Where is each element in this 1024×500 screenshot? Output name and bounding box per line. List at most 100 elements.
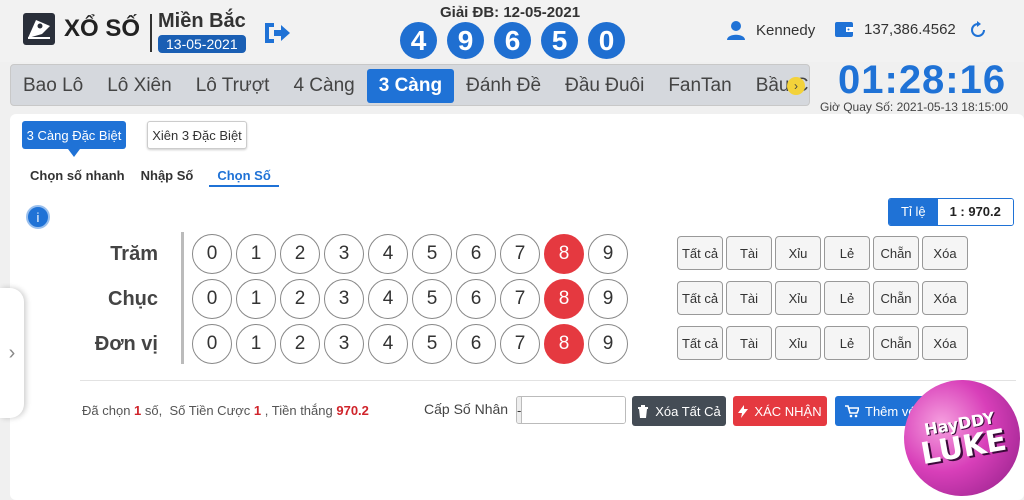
digit-ball[interactable]: 7	[500, 234, 540, 274]
quick-select-button[interactable]: Tất cả	[677, 281, 723, 315]
quick-select-button[interactable]: Tất cả	[677, 236, 723, 270]
tab-fantan[interactable]: FanTan	[656, 65, 743, 105]
digit-ball[interactable]: 8	[544, 279, 584, 319]
digit-ball[interactable]: 6	[456, 324, 496, 364]
mode-quick-pick[interactable]: Chọn số nhanh	[30, 168, 125, 187]
digit-ball[interactable]: 6	[456, 279, 496, 319]
digit-ball[interactable]: 8	[544, 324, 584, 364]
digit-ball[interactable]: 8	[544, 234, 584, 274]
digit-ball[interactable]: 9	[588, 234, 628, 274]
wallet-icon	[835, 22, 853, 37]
refresh-icon[interactable]	[968, 20, 988, 40]
quick-select-button[interactable]: Tài	[726, 281, 772, 315]
chevron-right-icon: ›	[8, 341, 16, 364]
side-drawer-toggle[interactable]: ›	[0, 288, 24, 418]
digit-ball[interactable]: 1	[236, 234, 276, 274]
winnings-label: , Tiền thắng	[264, 403, 333, 418]
multiplier-stepper: - +	[516, 396, 626, 424]
user-icon	[727, 21, 745, 40]
multiplier-input[interactable]	[522, 397, 625, 423]
digit-ball[interactable]: 4	[368, 324, 408, 364]
selected-count: 1	[134, 403, 142, 418]
region-info: Miền Bắc 13-05-2021	[158, 10, 246, 53]
bet-type-3-cang-dac-biet[interactable]: 3 Càng Đặc Biệt	[22, 121, 126, 157]
special-prize-ball: 9	[447, 22, 484, 59]
countdown-timer: 01:28:16	[838, 58, 1007, 102]
confirm-button[interactable]: XÁC NHẬN	[733, 396, 827, 426]
quick-select-button[interactable]: Xỉu	[775, 236, 821, 270]
game-tabs: Bao Lô Lô Xiên Lô Trượt 4 Càng 3 Càng Đá…	[11, 65, 809, 105]
lottery-logo-icon	[23, 13, 55, 45]
digit-ball[interactable]: 4	[368, 279, 408, 319]
digit-ball[interactable]: 9	[588, 279, 628, 319]
tab-lo-truot[interactable]: Lô Trượt	[184, 65, 282, 105]
digit-ball[interactable]: 2	[280, 324, 320, 364]
wallet-balance[interactable]: 137,386.4562	[834, 20, 956, 38]
digit-ball[interactable]: 3	[324, 234, 364, 274]
digit-ball[interactable]: 0	[192, 279, 232, 319]
digit-ball[interactable]: 2	[280, 279, 320, 319]
tab-dau-duoi[interactable]: Đầu Đuôi	[553, 65, 656, 105]
digit-ball[interactable]: 0	[192, 324, 232, 364]
digit-ball[interactable]: 0	[192, 234, 232, 274]
digit-row: 0123456789	[192, 234, 628, 274]
user-account[interactable]: Kennedy	[726, 20, 815, 40]
summary-prefix: Đã chọn	[82, 403, 131, 418]
quick-select-button[interactable]: Xóa	[922, 326, 968, 360]
summary-count-unit: số,	[144, 403, 163, 418]
row-label: Đơn vị	[94, 333, 158, 355]
quick-select-button[interactable]: Tài	[726, 236, 772, 270]
region-divider	[150, 14, 152, 52]
row-label: Trăm	[110, 243, 158, 265]
quick-select-button[interactable]: Lẻ	[824, 236, 870, 270]
draw-time: Giờ Quay Số: 2021-05-13 18:15:00	[820, 100, 1008, 114]
tab-lo-xien[interactable]: Lô Xiên	[95, 65, 183, 105]
quick-select-button[interactable]: Xóa	[922, 281, 968, 315]
odds-value: 1 : 970.2	[937, 199, 1013, 225]
quick-select-button[interactable]: Chẵn	[873, 281, 919, 315]
odds-ratio: Tỉ lệ 1 : 970.2	[888, 198, 1014, 226]
logo[interactable]: XỔ SỐ	[22, 12, 140, 46]
digit-ball[interactable]: 3	[324, 279, 364, 319]
digit-ball[interactable]: 6	[456, 234, 496, 274]
mode-enter-number[interactable]: Nhập Số	[141, 168, 194, 187]
logout-icon[interactable]	[262, 20, 292, 46]
special-prize-numbers: 4 9 6 5 0	[400, 22, 625, 59]
digit-ball[interactable]: 1	[236, 324, 276, 364]
digit-ball[interactable]: 1	[236, 279, 276, 319]
digit-ball[interactable]: 9	[588, 324, 628, 364]
lightning-icon	[738, 404, 749, 418]
digit-ball[interactable]: 2	[280, 234, 320, 274]
quick-select-button[interactable]: Chẵn	[873, 236, 919, 270]
digit-ball[interactable]: 3	[324, 324, 364, 364]
digit-ball[interactable]: 5	[412, 279, 452, 319]
winnings-amount: 970.2	[336, 403, 369, 418]
mode-choose-number[interactable]: Chọn Số	[209, 168, 279, 187]
special-prize-ball: 0	[588, 22, 625, 59]
tab-danh-de[interactable]: Đánh Đề	[454, 65, 553, 105]
quick-select-button[interactable]: Lẻ	[824, 281, 870, 315]
digit-ball[interactable]: 4	[368, 234, 408, 274]
quick-select-button[interactable]: Tài	[726, 326, 772, 360]
tab-bao-lo[interactable]: Bao Lô	[11, 65, 95, 105]
tab-4-cang[interactable]: 4 Càng	[281, 65, 366, 105]
quick-select-button[interactable]: Chẵn	[873, 326, 919, 360]
tab-3-cang[interactable]: 3 Càng	[366, 69, 455, 103]
digit-ball[interactable]: 5	[412, 234, 452, 274]
digit-ball[interactable]: 5	[412, 324, 452, 364]
chevron-right-icon[interactable]: ›	[787, 77, 805, 95]
quick-select-button[interactable]: Tất cả	[677, 326, 723, 360]
quick-select-button[interactable]: Xỉu	[775, 281, 821, 315]
game-tab-bar: Bao Lô Lô Xiên Lô Trượt 4 Càng 3 Càng Đá…	[10, 64, 810, 106]
quick-select-button[interactable]: Xóa	[922, 236, 968, 270]
digit-ball[interactable]: 7	[500, 324, 540, 364]
clear-all-button[interactable]: Xóa Tất Cả	[632, 396, 726, 426]
quick-select-button[interactable]: Lẻ	[824, 326, 870, 360]
digit-row: 0123456789	[192, 324, 628, 364]
quick-select-button[interactable]: Xỉu	[775, 326, 821, 360]
digit-ball[interactable]: 7	[500, 279, 540, 319]
region-date-badge: 13-05-2021	[158, 35, 246, 53]
bet-type-xien-3-dac-biet[interactable]: Xiên 3 Đặc Biệt	[147, 121, 247, 149]
info-icon[interactable]: i	[26, 205, 50, 229]
logo-text: XỔ SỐ	[64, 15, 141, 42]
